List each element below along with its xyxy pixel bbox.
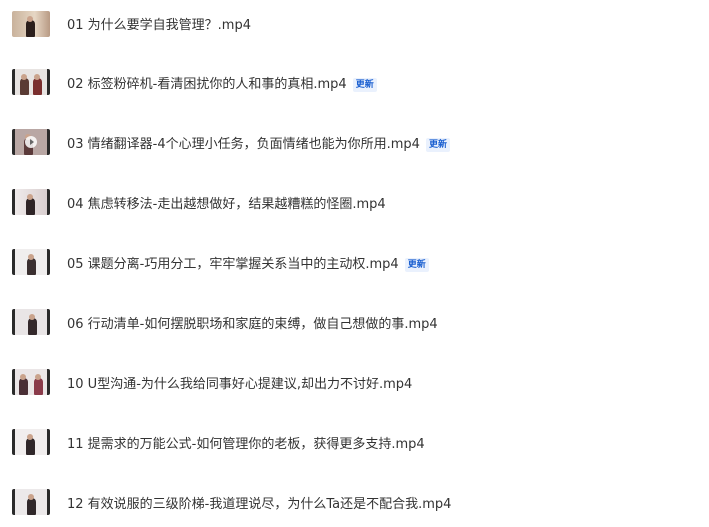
video-thumbnail-icon [12, 69, 50, 95]
file-title: 12 有效说服的三级阶梯-我道理说尽，为什么Ta还是不配合我.mp4 [67, 497, 452, 512]
video-thumbnail-icon [12, 489, 50, 515]
file-row[interactable]: 02 标签粉碎机-看清困扰你的人和事的真相.mp4 更新 [0, 58, 709, 106]
video-thumbnail-icon [12, 309, 50, 335]
file-list: 01 为什么要学自我管理？.mp4 02 标签粉碎机-看清困扰你的人和事的真相.… [0, 0, 709, 527]
file-row[interactable]: 05 课题分离-巧用分工，牢牢掌握关系当中的主动权.mp4 更新 [0, 238, 709, 286]
video-thumbnail-icon [12, 429, 50, 455]
file-title: 11 提需求的万能公式-如何管理你的老板，获得更多支持.mp4 [67, 437, 425, 452]
file-title: 10 U型沟通-为什么我给同事好心提建议,却出力不讨好.mp4 [67, 377, 413, 392]
file-title: 04 焦虑转移法-走出越想做好，结果越糟糕的怪圈.mp4 [67, 197, 386, 212]
file-row[interactable]: 04 焦虑转移法-走出越想做好，结果越糟糕的怪圈.mp4 [0, 178, 709, 226]
file-row[interactable]: 12 有效说服的三级阶梯-我道理说尽，为什么Ta还是不配合我.mp4 [0, 478, 709, 526]
update-badge: 更新 [352, 78, 377, 92]
update-badge: 更新 [404, 258, 429, 272]
video-thumbnail-icon [12, 369, 50, 395]
file-title: 06 行动清单-如何摆脱职场和家庭的束缚，做自己想做的事.mp4 [67, 317, 438, 332]
file-row[interactable]: 11 提需求的万能公式-如何管理你的老板，获得更多支持.mp4 [0, 418, 709, 466]
video-thumbnail-icon [12, 129, 50, 155]
video-thumbnail-icon [12, 11, 50, 37]
play-icon [25, 136, 37, 148]
file-row[interactable]: 06 行动清单-如何摆脱职场和家庭的束缚，做自己想做的事.mp4 [0, 298, 709, 346]
video-thumbnail-icon [12, 189, 50, 215]
update-badge: 更新 [425, 138, 450, 152]
file-title: 03 情绪翻译器-4个心理小任务，负面情绪也能为你所用.mp4 更新 [67, 133, 450, 152]
file-row[interactable]: 01 为什么要学自我管理？.mp4 [0, 0, 709, 48]
file-title: 05 课题分离-巧用分工，牢牢掌握关系当中的主动权.mp4 更新 [67, 253, 429, 272]
file-title: 02 标签粉碎机-看清困扰你的人和事的真相.mp4 更新 [67, 73, 377, 92]
video-thumbnail-icon [12, 249, 50, 275]
file-title: 01 为什么要学自我管理？.mp4 [67, 18, 251, 33]
file-row[interactable]: 10 U型沟通-为什么我给同事好心提建议,却出力不讨好.mp4 [0, 358, 709, 406]
file-row[interactable]: 03 情绪翻译器-4个心理小任务，负面情绪也能为你所用.mp4 更新 [0, 118, 709, 166]
